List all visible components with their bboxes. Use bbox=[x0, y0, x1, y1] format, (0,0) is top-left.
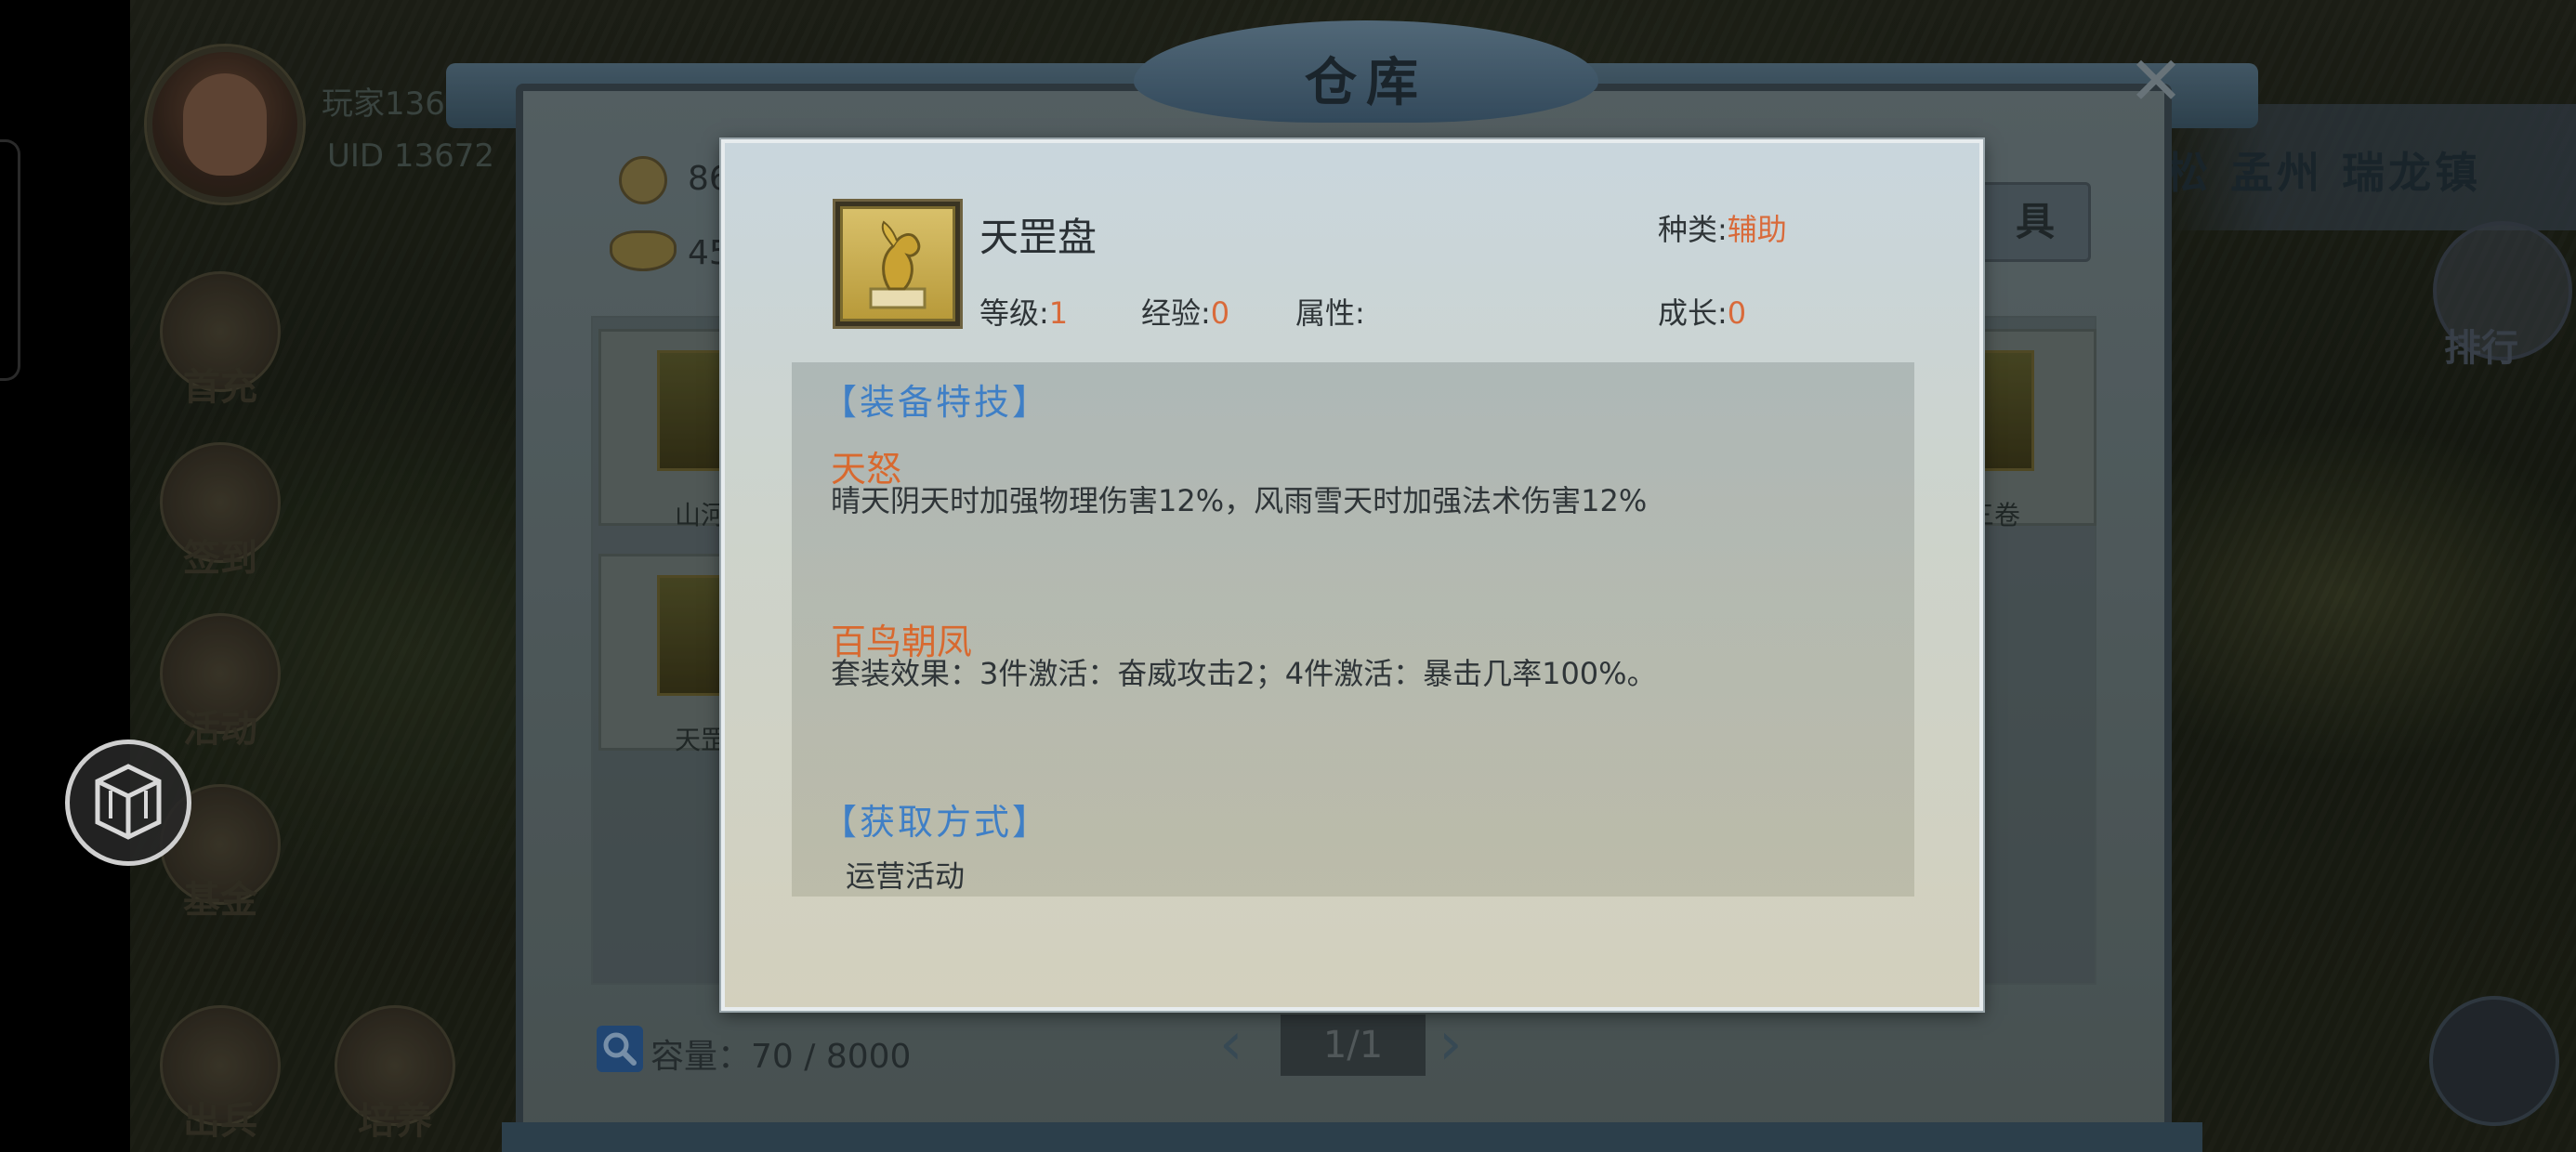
stat-label: 属性: bbox=[1295, 295, 1365, 331]
stat-label: 经验: bbox=[1141, 295, 1211, 331]
stat-value: 0 bbox=[1727, 295, 1747, 331]
stat-value: 1 bbox=[1048, 295, 1069, 331]
skills-section-title: 【装备特技】 bbox=[821, 382, 1051, 423]
stat-label: 等级: bbox=[979, 295, 1049, 331]
stat-growth: 成长:0 bbox=[1658, 290, 1746, 333]
cube-icon bbox=[95, 764, 162, 840]
cube-menu-button[interactable] bbox=[65, 740, 191, 866]
stat-value: 0 bbox=[1210, 295, 1230, 331]
source-section-title: 【获取方式】 bbox=[821, 802, 1051, 843]
item-name: 天罡盘 bbox=[979, 215, 1097, 260]
stat-value: 辅助 bbox=[1727, 212, 1787, 247]
skill-description: 晴天阴天时加强物理伤害12%，风雨雪天时加强法术伤害12% bbox=[831, 483, 1648, 518]
stat-category: 种类:辅助 bbox=[1658, 206, 1787, 249]
stat-attribute: 属性: bbox=[1295, 290, 1365, 333]
skill-description: 套装效果：3件激活：奋威攻击2；4件激活：暴击几率100%。 bbox=[831, 656, 1657, 691]
source-text: 运营活动 bbox=[846, 858, 966, 894]
stat-label: 种类: bbox=[1658, 212, 1728, 247]
screen-edge-tab bbox=[0, 139, 20, 381]
item-icon bbox=[833, 199, 963, 329]
dragon-statue-icon bbox=[840, 206, 955, 321]
stat-level: 等级:1 bbox=[979, 290, 1068, 333]
stat-label: 成长: bbox=[1658, 295, 1728, 331]
stat-exp: 经验:0 bbox=[1141, 290, 1229, 333]
